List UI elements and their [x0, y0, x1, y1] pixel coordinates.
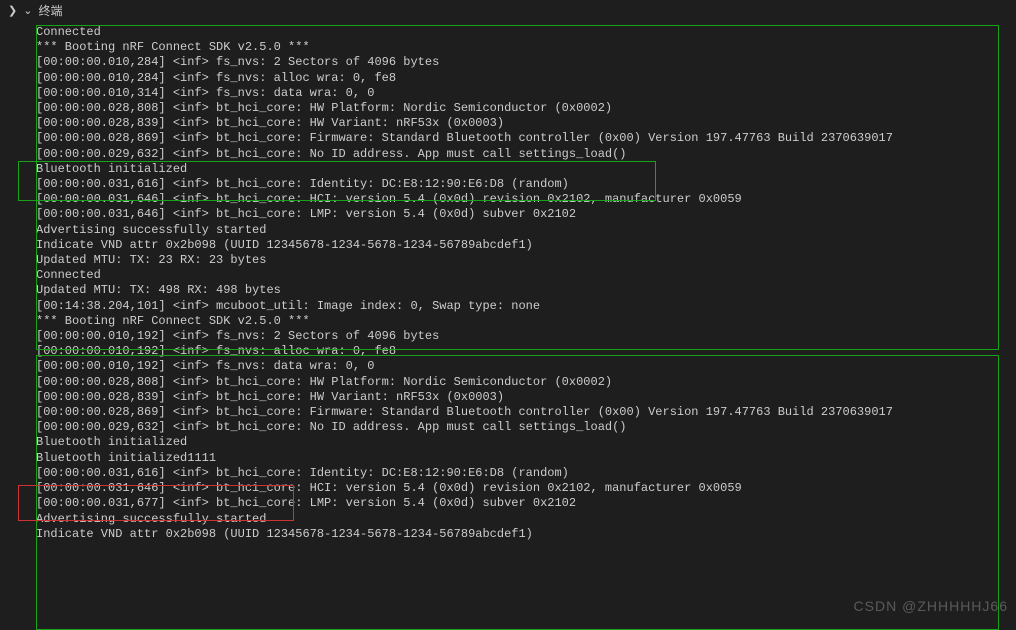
- log-line: [00:00:00.010,192] <inf> fs_nvs: data wr…: [36, 359, 1016, 374]
- log-line: *** Booting nRF Connect SDK v2.5.0 ***: [36, 314, 1016, 329]
- log-line: [00:00:00.010,284] <inf> fs_nvs: alloc w…: [36, 71, 1016, 86]
- log-line: Indicate VND attr 0x2b098 (UUID 12345678…: [36, 527, 1016, 542]
- log-line: Updated MTU: TX: 498 RX: 498 bytes: [36, 283, 1016, 298]
- log-line: *** Booting nRF Connect SDK v2.5.0 ***: [36, 40, 1016, 55]
- log-line: [00:00:00.031,616] <inf> bt_hci_core: Id…: [36, 177, 1016, 192]
- log-line: Bluetooth initialized: [36, 162, 1016, 177]
- log-line: [00:00:00.029,632] <inf> bt_hci_core: No…: [36, 147, 1016, 162]
- log-line: [00:00:00.028,869] <inf> bt_hci_core: Fi…: [36, 131, 1016, 146]
- log-line: [00:00:00.028,869] <inf> bt_hci_core: Fi…: [36, 405, 1016, 420]
- log-line: [00:14:38.204,101] <inf> mcuboot_util: I…: [36, 299, 1016, 314]
- log-line: [00:00:00.028,808] <inf> bt_hci_core: HW…: [36, 101, 1016, 116]
- terminal-tab-label[interactable]: 终端: [38, 2, 62, 19]
- log-line: [00:00:00.029,632] <inf> bt_hci_core: No…: [36, 420, 1016, 435]
- log-line: [00:00:00.010,284] <inf> fs_nvs: 2 Secto…: [36, 55, 1016, 70]
- chevron-down-icon[interactable]: ⌄: [23, 4, 32, 17]
- log-line: Updated MTU: TX: 23 RX: 23 bytes: [36, 253, 1016, 268]
- terminal-output[interactable]: Connected *** Booting nRF Connect SDK v2…: [0, 21, 1016, 546]
- watermark-text: CSDN @ZHHHHHJ66: [854, 598, 1008, 614]
- log-line: Bluetooth initialized1111: [36, 451, 1016, 466]
- log-line: [00:00:00.031,646] <inf> bt_hci_core: LM…: [36, 207, 1016, 222]
- terminal-panel-header: ❯ ⌄ 终端: [0, 0, 1016, 21]
- log-line: Advertising successfully started: [36, 223, 1016, 238]
- log-line: [00:00:00.010,192] <inf> fs_nvs: alloc w…: [36, 344, 1016, 359]
- log-line: [00:00:00.028,839] <inf> bt_hci_core: HW…: [36, 390, 1016, 405]
- log-line: [00:00:00.031,616] <inf> bt_hci_core: Id…: [36, 466, 1016, 481]
- log-line: [00:00:00.031,646] <inf> bt_hci_core: HC…: [36, 192, 1016, 207]
- log-line: Bluetooth initialized: [36, 435, 1016, 450]
- log-line: [00:00:00.010,192] <inf> fs_nvs: 2 Secto…: [36, 329, 1016, 344]
- log-line: [00:00:00.010,314] <inf> fs_nvs: data wr…: [36, 86, 1016, 101]
- chevron-right-icon[interactable]: ❯: [8, 4, 17, 17]
- log-line: Advertising successfully started: [36, 512, 1016, 527]
- log-line: Connected: [36, 268, 1016, 283]
- log-line: [00:00:00.028,808] <inf> bt_hci_core: HW…: [36, 375, 1016, 390]
- log-line: Indicate VND attr 0x2b098 (UUID 12345678…: [36, 238, 1016, 253]
- log-line: [00:00:00.028,839] <inf> bt_hci_core: HW…: [36, 116, 1016, 131]
- log-line: [00:00:00.031,646] <inf> bt_hci_core: HC…: [36, 481, 1016, 496]
- log-line: Connected: [36, 25, 1016, 40]
- log-line: [00:00:00.031,677] <inf> bt_hci_core: LM…: [36, 496, 1016, 511]
